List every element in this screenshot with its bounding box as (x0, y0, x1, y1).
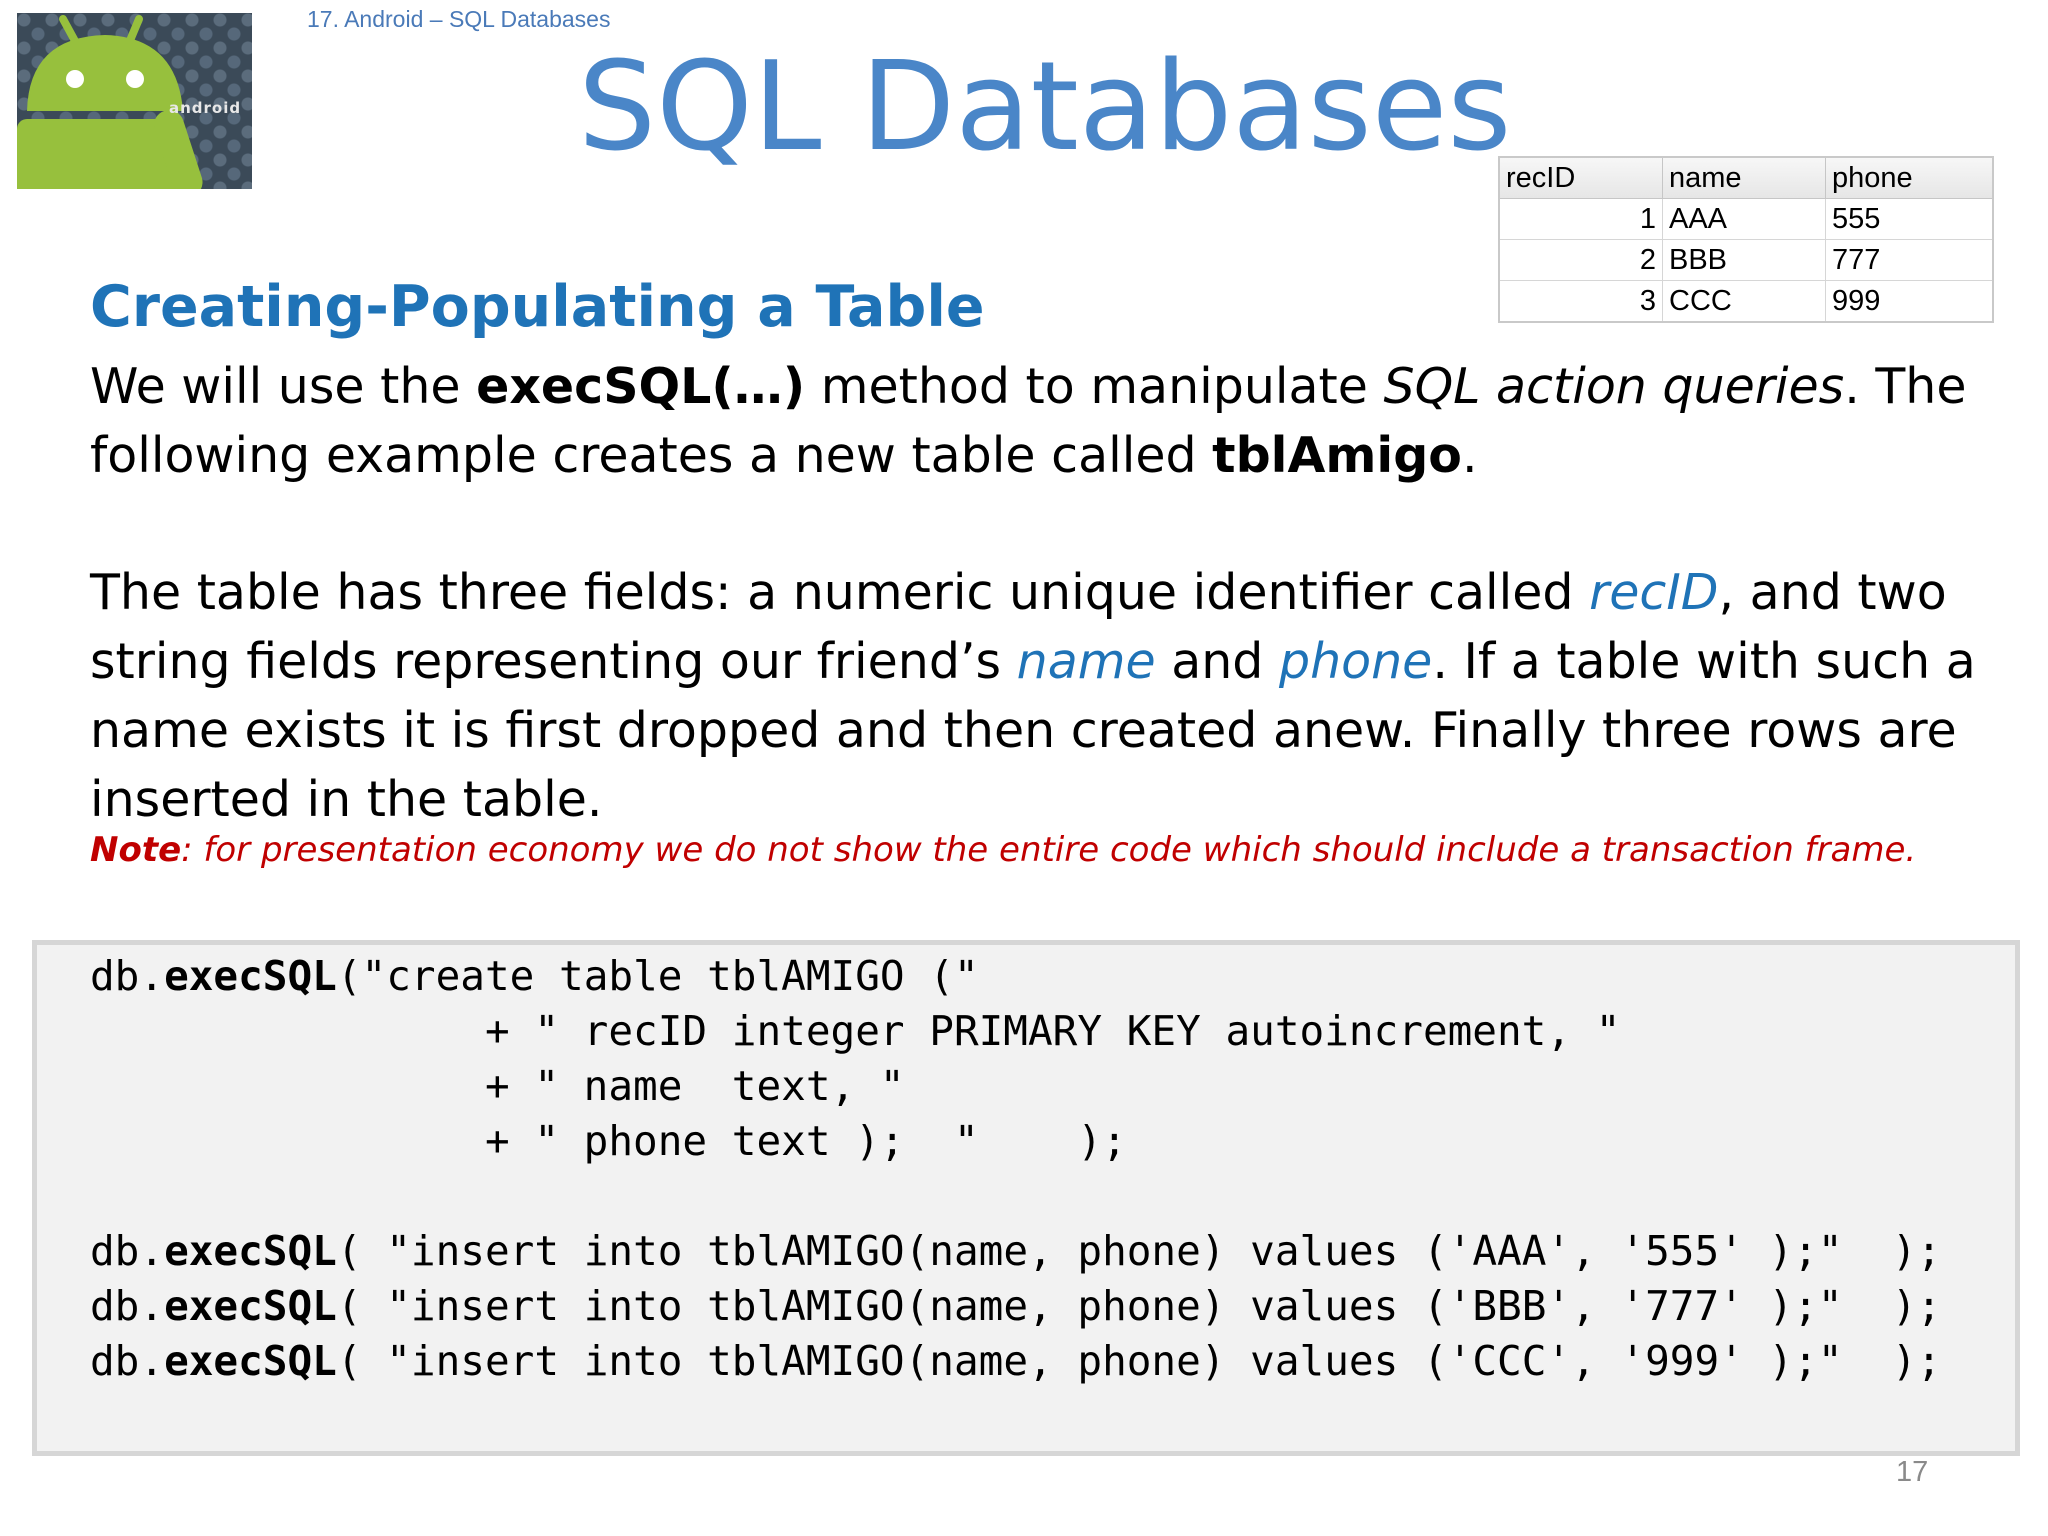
text-run-phone: phone (1278, 633, 1433, 690)
code-line: + " recID integer PRIMARY KEY autoincrem… (90, 1007, 1621, 1055)
cell-recid: 1 (1498, 198, 1663, 240)
note-label: Note (90, 830, 182, 870)
text-run-bold: execSQL(…) (476, 358, 806, 415)
text-run: method to manipulate (805, 358, 1384, 415)
page-title: SQL Databases (578, 36, 1512, 179)
code-token: db. (90, 952, 165, 1000)
text-run: We will use the (90, 358, 477, 415)
code-token: db. (90, 1227, 165, 1275)
section-title: Creating-Populating a Table (90, 274, 985, 340)
cell-phone: 777 (1825, 239, 1994, 281)
cell-name: CCC (1662, 280, 1826, 323)
cell-recid: 3 (1498, 280, 1663, 323)
table-header-row: recID name phone (1498, 156, 1994, 199)
column-header-phone: phone (1825, 156, 1994, 199)
column-header-name: name (1662, 156, 1826, 199)
text-run: The table has three fields: a numeric un… (90, 564, 1590, 621)
code-token: db. (90, 1337, 165, 1385)
code-line: + " phone text ); " ); (90, 1117, 1127, 1165)
code-line: db.execSQL("create table tblAMIGO (" (90, 952, 979, 1000)
text-run-bold: tblAmigo (1212, 427, 1462, 484)
fields-paragraph: The table has three fields: a numeric un… (90, 558, 2020, 834)
code-line: db.execSQL( "insert into tblAMIGO(name, … (90, 1227, 1941, 1275)
note-body: : for presentation economy we do not sho… (181, 830, 1917, 870)
code-token: ( "insert into tblAMIGO(name, phone) val… (336, 1282, 1942, 1330)
column-header-recid: recID (1498, 156, 1663, 199)
android-logo: android (17, 13, 252, 189)
cell-name: AAA (1662, 198, 1826, 240)
running-header: 17. Android – SQL Databases (307, 6, 611, 32)
intro-paragraph: We will use the execSQL(…) method to man… (90, 352, 2020, 490)
code-token: db. (90, 1282, 165, 1330)
table-row: 1 AAA 555 (1498, 198, 1994, 240)
code-line: db.execSQL( "insert into tblAMIGO(name, … (90, 1282, 1941, 1330)
code-token-method: execSQL (164, 1227, 337, 1275)
code-token-method: execSQL (164, 1282, 337, 1330)
note-text: Note: for presentation economy we do not… (90, 830, 2030, 870)
code-token: ("create table tblAMIGO (" (336, 952, 979, 1000)
text-run-italic: SQL action queries (1383, 358, 1845, 415)
text-run-recid: recID (1589, 564, 1719, 621)
code-token: ( "insert into tblAMIGO(name, phone) val… (336, 1227, 1942, 1275)
cell-phone: 999 (1825, 280, 1994, 323)
text-run-name: name (1016, 633, 1156, 690)
table-row: 2 BBB 777 (1498, 239, 1994, 281)
logo-text: android (169, 99, 242, 117)
page-number: 17 (1896, 1456, 1929, 1488)
code-token-method: execSQL (164, 952, 337, 1000)
cell-name: BBB (1662, 239, 1826, 281)
amigo-table: recID name phone 1 AAA 555 2 BBB 777 3 C… (1498, 156, 1994, 323)
code-token: ( "insert into tblAMIGO(name, phone) val… (336, 1337, 1942, 1385)
code-token-method: execSQL (164, 1337, 337, 1385)
cell-recid: 2 (1498, 239, 1663, 281)
text-run: and (1155, 633, 1279, 690)
table-row: 3 CCC 999 (1498, 280, 1994, 323)
cell-phone: 555 (1825, 198, 1994, 240)
code-line: db.execSQL( "insert into tblAMIGO(name, … (90, 1337, 1941, 1385)
text-run: . (1461, 427, 1478, 484)
code-line: + " name text, " (90, 1062, 905, 1110)
